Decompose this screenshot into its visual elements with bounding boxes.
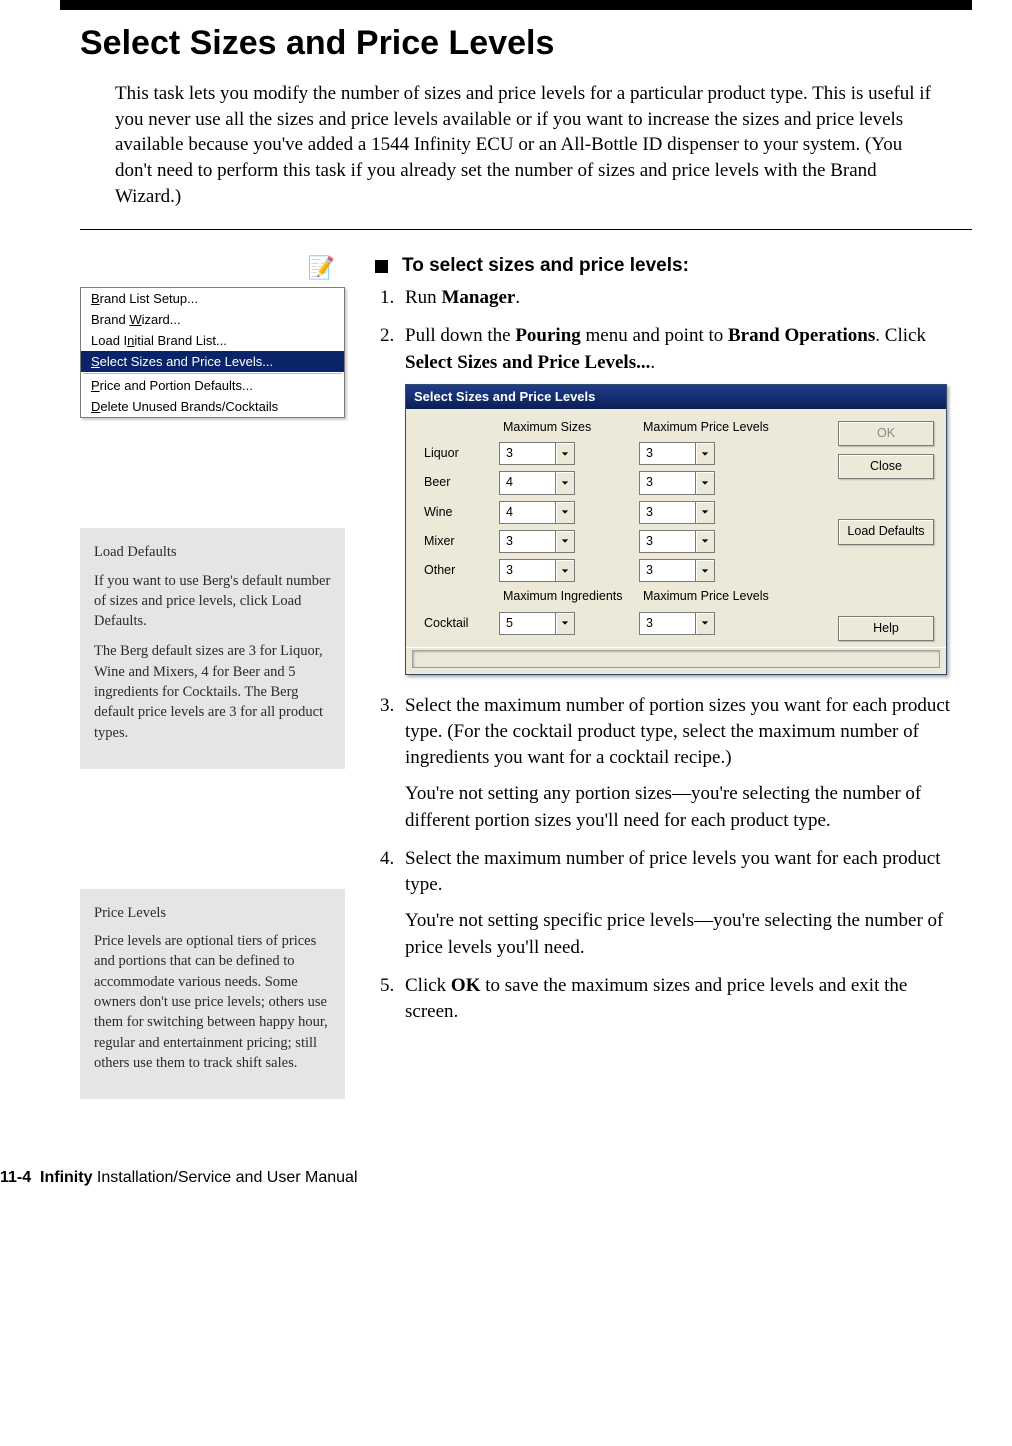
- label-mixer: Mixer: [424, 533, 499, 550]
- steps-list: Run Manager. Pull down the Pouring menu …: [399, 285, 962, 1025]
- sidebar-title: Price Levels: [94, 903, 331, 923]
- chevron-down-icon[interactable]: [555, 442, 575, 465]
- procedure-heading: To select sizes and price levels:: [375, 255, 962, 277]
- chevron-down-icon[interactable]: [695, 501, 715, 524]
- sidebar-title: Load Defaults: [94, 542, 331, 562]
- combo-beer-levels[interactable]: 3: [639, 471, 715, 494]
- dialog-statusbar: [406, 647, 946, 674]
- menu-item-price-portion-defaults[interactable]: Price and Portion Defaults...: [81, 375, 344, 396]
- combo-mixer-sizes[interactable]: 3: [499, 530, 575, 553]
- step-4-sub: You're not setting specific price levels…: [405, 908, 962, 960]
- help-button[interactable]: Help: [838, 616, 934, 641]
- step-2: Pull down the Pouring menu and point to …: [399, 323, 962, 674]
- sidebar-load-defaults: Load Defaults If you want to use Berg's …: [80, 528, 345, 769]
- row-mixer: Mixer 3 3: [424, 530, 824, 553]
- page-footer: 11-4 Infinity Installation/Service and U…: [0, 1169, 972, 1187]
- sidebar-text: The Berg default sizes are 3 for Liquor,…: [94, 641, 331, 742]
- top-black-bar: [60, 0, 972, 10]
- label-other: Other: [424, 562, 499, 579]
- menu-separator: [83, 373, 342, 374]
- chevron-down-icon[interactable]: [695, 530, 715, 553]
- row-other: Other 3 3: [424, 559, 824, 582]
- row-cocktail: Cocktail 5 3: [424, 612, 824, 635]
- close-button[interactable]: Close: [838, 454, 934, 479]
- combo-other-sizes[interactable]: 3: [499, 559, 575, 582]
- dialog-titlebar: Select Sizes and Price Levels: [406, 385, 946, 409]
- combo-cocktail-levels[interactable]: 3: [639, 612, 715, 635]
- combo-liquor-sizes[interactable]: 3: [499, 442, 575, 465]
- sidebar-text: Price levels are optional tiers of price…: [94, 931, 331, 1073]
- dropdown-menu-screenshot: Brand List Setup... Brand Wizard... Load…: [80, 287, 345, 418]
- chevron-down-icon[interactable]: [555, 612, 575, 635]
- chevron-down-icon[interactable]: [695, 442, 715, 465]
- chevron-down-icon[interactable]: [555, 559, 575, 582]
- combo-other-levels[interactable]: 3: [639, 559, 715, 582]
- label-liquor: Liquor: [424, 445, 499, 462]
- combo-cocktail-ingredients[interactable]: 5: [499, 612, 575, 635]
- divider: [80, 229, 972, 230]
- dialog-select-sizes: Select Sizes and Price Levels Maximum Si…: [405, 384, 947, 675]
- label-beer: Beer: [424, 474, 499, 491]
- menu-item-delete-unused[interactable]: Delete Unused Brands/Cocktails: [81, 396, 344, 417]
- bullet-square-icon: [375, 260, 388, 273]
- label-wine: Wine: [424, 504, 499, 521]
- ok-button[interactable]: OK: [838, 421, 934, 446]
- menu-item-load-initial-brand-list[interactable]: Load Initial Brand List...: [81, 330, 344, 351]
- combo-mixer-levels[interactable]: 3: [639, 530, 715, 553]
- chevron-down-icon[interactable]: [555, 530, 575, 553]
- row-beer: Beer 4 3: [424, 471, 824, 494]
- step-3: Select the maximum number of portion siz…: [399, 693, 962, 834]
- row-liquor: Liquor 3 3: [424, 442, 824, 465]
- sidebar-text: If you want to use Berg's default number…: [94, 571, 331, 632]
- step-5: Click OK to save the maximum sizes and p…: [399, 973, 962, 1025]
- chevron-down-icon[interactable]: [695, 559, 715, 582]
- step-4: Select the maximum number of price level…: [399, 846, 962, 961]
- label-cocktail: Cocktail: [424, 615, 499, 632]
- sidebar-price-levels: Price Levels Price levels are optional t…: [80, 889, 345, 1099]
- step-1: Run Manager.: [399, 285, 962, 311]
- intro-paragraph: This task lets you modify the number of …: [115, 81, 942, 209]
- combo-beer-sizes[interactable]: 4: [499, 471, 575, 494]
- col-head-ingredients: Maximum Ingredients: [499, 588, 639, 605]
- load-defaults-button[interactable]: Load Defaults: [838, 519, 934, 544]
- chevron-down-icon[interactable]: [555, 471, 575, 494]
- page-title: Select Sizes and Price Levels: [80, 24, 972, 63]
- combo-wine-sizes[interactable]: 4: [499, 501, 575, 524]
- menu-item-brand-wizard[interactable]: Brand Wizard...: [81, 309, 344, 330]
- row-wine: Wine 4 3: [424, 501, 824, 524]
- combo-wine-levels[interactable]: 3: [639, 501, 715, 524]
- chevron-down-icon[interactable]: [555, 501, 575, 524]
- combo-liquor-levels[interactable]: 3: [639, 442, 715, 465]
- note-icon: 📝: [80, 255, 345, 281]
- col-head-levels-2: Maximum Price Levels: [639, 588, 789, 605]
- step-3-sub: You're not setting any portion sizes—you…: [405, 781, 962, 833]
- col-head-levels: Maximum Price Levels: [639, 419, 789, 436]
- col-head-sizes: Maximum Sizes: [499, 419, 639, 436]
- chevron-down-icon[interactable]: [695, 471, 715, 494]
- menu-item-brand-list-setup[interactable]: Brand List Setup...: [81, 288, 344, 309]
- chevron-down-icon[interactable]: [695, 612, 715, 635]
- menu-item-select-sizes-price-levels[interactable]: Select Sizes and Price Levels...: [81, 351, 344, 372]
